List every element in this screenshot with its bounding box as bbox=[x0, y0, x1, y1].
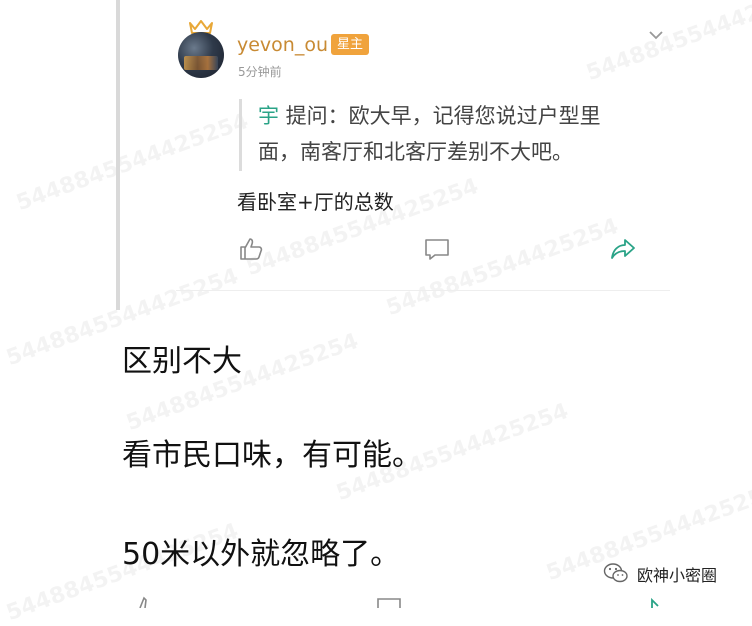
share-arrow-icon[interactable] bbox=[638, 596, 664, 608]
chevron-down-icon[interactable] bbox=[648, 28, 664, 42]
avatar[interactable] bbox=[178, 32, 224, 78]
quoted-question: 宇 提问：欧大早，记得您说过户型里 面，南客厅和北客厅差别不大吧。 bbox=[258, 98, 658, 170]
answer-line-2: 看市民口味，有可能。 bbox=[122, 438, 422, 473]
comment-bubble-icon[interactable] bbox=[376, 596, 402, 608]
wechat-icon bbox=[603, 563, 628, 583]
quoted-line-2: 面，南客厅和北客厅差别不大吧。 bbox=[258, 140, 573, 164]
quoted-author[interactable]: 宇 bbox=[258, 104, 279, 128]
reply-quote-bar bbox=[239, 99, 242, 171]
thumbs-up-icon[interactable] bbox=[238, 236, 264, 262]
answer-line-3: 50米以外就忽略了。 bbox=[122, 537, 401, 572]
quote-bar bbox=[116, 0, 120, 310]
comment-bubble-icon[interactable] bbox=[424, 236, 450, 262]
source-name: 欧神小密圈 bbox=[637, 566, 718, 585]
owner-badge: 星主 bbox=[331, 34, 370, 55]
share-arrow-icon[interactable] bbox=[610, 236, 636, 262]
timestamp: 5分钟前 bbox=[238, 65, 282, 79]
comment-text: 看卧室+厅的总数 bbox=[237, 190, 394, 214]
divider bbox=[176, 290, 670, 291]
thumbs-up-icon[interactable] bbox=[132, 596, 158, 608]
quoted-line-1: 提问：欧大早，记得您说过户型里 bbox=[279, 104, 601, 128]
avatar-wrap[interactable] bbox=[178, 20, 224, 78]
answer-line-1: 区别不大 bbox=[122, 344, 242, 379]
username[interactable]: yevon_ou bbox=[237, 34, 328, 56]
